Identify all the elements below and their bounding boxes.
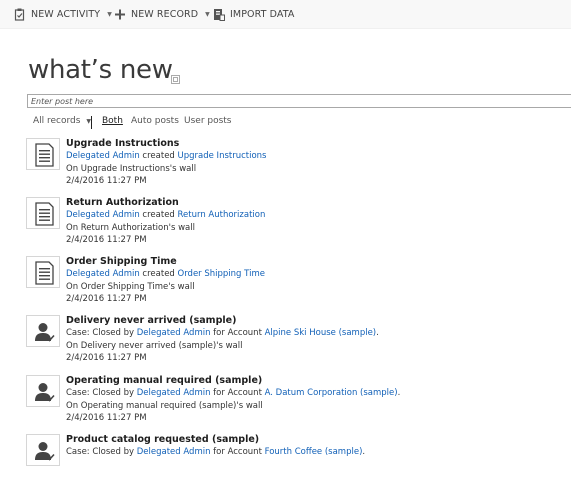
feed-post: Order Shipping Time Delegated Admin crea… (26, 256, 566, 308)
post-title: Return Authorization (66, 197, 179, 208)
post-verb: created (139, 210, 178, 220)
rss-icon[interactable] (171, 69, 180, 84)
filter-both[interactable]: Both (102, 116, 123, 126)
post-wall: On Order Shipping Time's wall (66, 282, 195, 292)
post-mid: for Account (210, 447, 265, 457)
post-timestamp: 2/4/2016 11:27 PM (66, 235, 147, 245)
record-link[interactable]: Return Authorization (178, 210, 266, 220)
post-mid: for Account (210, 388, 265, 398)
post-suffix: . (376, 328, 379, 338)
filter-user-posts[interactable]: User posts (184, 116, 232, 126)
author-link[interactable]: Delegated Admin (66, 210, 140, 220)
post-input[interactable] (27, 94, 571, 108)
post-title: Delivery never arrived (sample) (66, 315, 237, 326)
post-summary: Delegated Admin created Upgrade Instruct… (66, 151, 266, 161)
filter-divider (91, 116, 92, 129)
post-suffix: . (362, 447, 366, 457)
post-wall: On Operating manual required (sample)'s … (66, 401, 263, 411)
import-data-button[interactable]: IMPORT DATA (213, 6, 295, 22)
clipboard-icon (14, 8, 26, 21)
feed-post: Upgrade Instructions Delegated Admin cre… (26, 138, 566, 190)
chevron-down-icon: ▼ (107, 10, 112, 18)
account-link[interactable]: Fourth Coffee (sample) (265, 447, 363, 457)
post-timestamp: 2/4/2016 11:27 PM (66, 353, 147, 363)
record-link[interactable]: Order Shipping Time (178, 269, 265, 279)
plus-icon (114, 8, 126, 21)
post-title: Order Shipping Time (66, 256, 177, 267)
post-suffix: . (397, 388, 401, 398)
all-records-filter[interactable]: All records ▼ (33, 116, 91, 126)
author-link[interactable]: Delegated Admin (137, 388, 211, 398)
post-verb: created (139, 151, 178, 161)
post-title: Product catalog requested (sample) (66, 434, 260, 445)
post-title: Upgrade Instructions (66, 138, 180, 149)
new-record-label: NEW RECORD (131, 8, 199, 20)
post-timestamp: 2/4/2016 11:27 PM (66, 413, 147, 423)
post-wall: On Upgrade Instructions's wall (66, 164, 197, 174)
filter-auto-posts[interactable]: Auto posts (131, 116, 179, 126)
page-title: what’s new (28, 55, 173, 85)
new-record-button[interactable]: NEW RECORD ▼ (114, 6, 210, 22)
post-prefix: Case: Closed by (66, 388, 137, 398)
post-verb: created (139, 269, 178, 279)
post-summary: Case: Closed by Delegated Admin for Acco… (66, 388, 400, 398)
post-timestamp: 2/4/2016 11:27 PM (66, 294, 147, 304)
author-link[interactable]: Delegated Admin (137, 447, 211, 457)
document-icon (26, 138, 60, 170)
post-summary: Case: Closed by Delegated Admin for Acco… (66, 328, 379, 338)
case-closed-icon (26, 315, 60, 347)
document-icon (26, 197, 60, 229)
post-prefix: Case: Closed by (66, 447, 137, 457)
account-link[interactable]: Alpine Ski House (sample) (265, 328, 377, 338)
import-icon (213, 8, 225, 21)
post-wall: On Return Authorization's wall (66, 223, 195, 233)
document-icon (26, 256, 60, 288)
author-link[interactable]: Delegated Admin (66, 151, 140, 161)
chevron-down-icon: ▼ (205, 10, 210, 18)
post-summary: Delegated Admin created Order Shipping T… (66, 269, 265, 279)
post-wall: On Delivery never arrived (sample)'s wal… (66, 341, 243, 351)
new-activity-label: NEW ACTIVITY (31, 8, 101, 20)
post-summary: Case: Closed by Delegated Admin for Acco… (66, 447, 365, 457)
account-link[interactable]: A. Datum Corporation (sample) (265, 388, 398, 398)
post-summary: Delegated Admin created Return Authoriza… (66, 210, 265, 220)
post-prefix: Case: Closed by (66, 328, 137, 338)
import-data-label: IMPORT DATA (230, 8, 295, 20)
feed-post: Product catalog requested (sample) Case:… (26, 434, 566, 486)
command-bar: NEW ACTIVITY ▼ NEW RECORD ▼ IMPORT DATA (0, 0, 571, 29)
feed-post: Return Authorization Delegated Admin cre… (26, 197, 566, 249)
case-closed-icon (26, 375, 60, 407)
author-link[interactable]: Delegated Admin (66, 269, 140, 279)
author-link[interactable]: Delegated Admin (137, 328, 211, 338)
post-title: Operating manual required (sample) (66, 375, 263, 386)
post-mid: for Account (210, 328, 265, 338)
case-closed-icon (26, 434, 60, 466)
post-timestamp: 2/4/2016 11:27 PM (66, 176, 147, 186)
new-activity-button[interactable]: NEW ACTIVITY ▼ (14, 6, 112, 22)
feed-post: Delivery never arrived (sample) Case: Cl… (26, 315, 566, 367)
feed-post: Operating manual required (sample) Case:… (26, 375, 566, 427)
record-link[interactable]: Upgrade Instructions (178, 151, 267, 161)
all-records-label: All records (33, 116, 81, 126)
